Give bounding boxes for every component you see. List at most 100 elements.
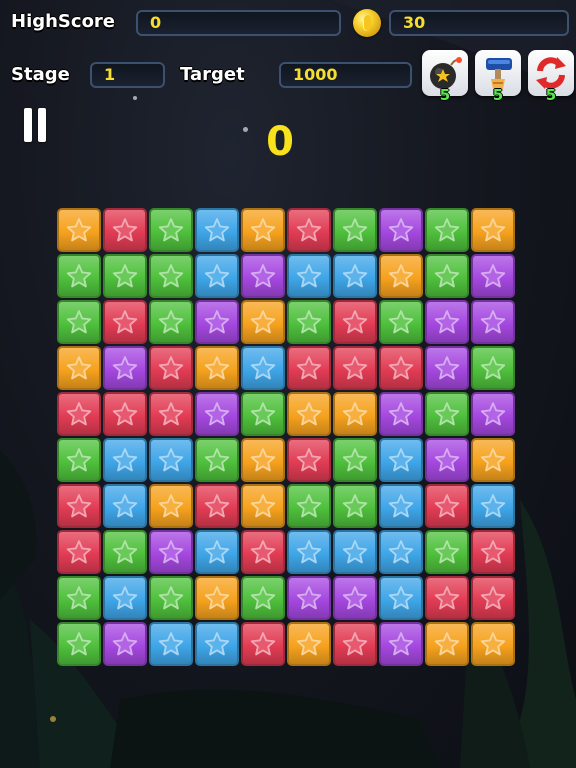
- star-tile-orange[interactable]: [195, 576, 239, 620]
- star-tile-green[interactable]: [57, 622, 101, 666]
- star-tile-blue[interactable]: [103, 576, 147, 620]
- star-tile-green[interactable]: [471, 346, 515, 390]
- star-tile-green[interactable]: [425, 254, 469, 298]
- star-tile-orange[interactable]: [241, 208, 285, 252]
- star-tile-red[interactable]: [103, 300, 147, 344]
- star-tile-blue[interactable]: [149, 438, 193, 482]
- star-tile-green[interactable]: [195, 438, 239, 482]
- star-tile-green[interactable]: [287, 300, 331, 344]
- star-tile-orange[interactable]: [379, 254, 423, 298]
- star-tile-blue[interactable]: [103, 438, 147, 482]
- star-tile-blue[interactable]: [379, 484, 423, 528]
- star-tile-green[interactable]: [241, 576, 285, 620]
- star-tile-red[interactable]: [287, 208, 331, 252]
- star-tile-purple[interactable]: [425, 300, 469, 344]
- star-tile-red[interactable]: [241, 530, 285, 574]
- star-tile-orange[interactable]: [241, 300, 285, 344]
- star-tile-blue[interactable]: [379, 438, 423, 482]
- star-tile-blue[interactable]: [195, 208, 239, 252]
- star-tile-green[interactable]: [425, 392, 469, 436]
- star-tile-orange[interactable]: [241, 484, 285, 528]
- star-tile-green[interactable]: [149, 208, 193, 252]
- star-tile-blue[interactable]: [333, 530, 377, 574]
- star-tile-red[interactable]: [333, 346, 377, 390]
- star-tile-green[interactable]: [425, 530, 469, 574]
- star-tile-red[interactable]: [57, 392, 101, 436]
- star-tile-purple[interactable]: [195, 392, 239, 436]
- star-tile-blue[interactable]: [379, 576, 423, 620]
- star-tile-orange[interactable]: [287, 622, 331, 666]
- star-tile-green[interactable]: [57, 576, 101, 620]
- star-tile-green[interactable]: [333, 208, 377, 252]
- star-tile-red[interactable]: [287, 438, 331, 482]
- star-tile-green[interactable]: [333, 484, 377, 528]
- star-tile-blue[interactable]: [379, 530, 423, 574]
- star-tile-red[interactable]: [333, 300, 377, 344]
- star-tile-blue[interactable]: [287, 254, 331, 298]
- star-tile-red[interactable]: [287, 346, 331, 390]
- star-tile-green[interactable]: [103, 530, 147, 574]
- star-tile-blue[interactable]: [241, 346, 285, 390]
- star-tile-purple[interactable]: [103, 622, 147, 666]
- star-tile-blue[interactable]: [287, 530, 331, 574]
- star-tile-orange[interactable]: [471, 622, 515, 666]
- star-tile-purple[interactable]: [379, 392, 423, 436]
- star-tile-red[interactable]: [57, 530, 101, 574]
- star-tile-green[interactable]: [103, 254, 147, 298]
- star-tile-green[interactable]: [57, 300, 101, 344]
- star-tile-red[interactable]: [425, 576, 469, 620]
- star-tile-blue[interactable]: [471, 484, 515, 528]
- star-tile-green[interactable]: [379, 300, 423, 344]
- star-tile-green[interactable]: [287, 484, 331, 528]
- star-tile-purple[interactable]: [425, 346, 469, 390]
- star-tile-blue[interactable]: [333, 254, 377, 298]
- star-tile-red[interactable]: [471, 530, 515, 574]
- star-tile-purple[interactable]: [425, 438, 469, 482]
- star-tile-red[interactable]: [333, 622, 377, 666]
- star-tile-orange[interactable]: [471, 208, 515, 252]
- star-tile-orange[interactable]: [195, 346, 239, 390]
- star-tile-orange[interactable]: [471, 438, 515, 482]
- star-tile-green[interactable]: [149, 254, 193, 298]
- star-tile-purple[interactable]: [379, 208, 423, 252]
- star-tile-green[interactable]: [241, 392, 285, 436]
- star-tile-green[interactable]: [333, 438, 377, 482]
- star-tile-orange[interactable]: [333, 392, 377, 436]
- star-tile-red[interactable]: [103, 208, 147, 252]
- star-tile-purple[interactable]: [379, 622, 423, 666]
- star-tile-purple[interactable]: [287, 576, 331, 620]
- star-tile-red[interactable]: [103, 392, 147, 436]
- star-tile-blue[interactable]: [195, 530, 239, 574]
- star-tile-red[interactable]: [57, 484, 101, 528]
- star-tile-green[interactable]: [149, 576, 193, 620]
- star-tile-purple[interactable]: [471, 300, 515, 344]
- star-tile-purple[interactable]: [471, 392, 515, 436]
- star-tile-purple[interactable]: [471, 254, 515, 298]
- pause-button[interactable]: [22, 108, 50, 144]
- star-tile-purple[interactable]: [333, 576, 377, 620]
- star-tile-orange[interactable]: [287, 392, 331, 436]
- star-tile-orange[interactable]: [57, 208, 101, 252]
- star-tile-orange[interactable]: [425, 622, 469, 666]
- star-tile-red[interactable]: [379, 346, 423, 390]
- star-tile-orange[interactable]: [241, 438, 285, 482]
- star-tile-red[interactable]: [471, 576, 515, 620]
- star-tile-purple[interactable]: [195, 300, 239, 344]
- star-tile-blue[interactable]: [149, 622, 193, 666]
- star-tile-purple[interactable]: [149, 530, 193, 574]
- star-tile-red[interactable]: [149, 392, 193, 436]
- star-tile-red[interactable]: [425, 484, 469, 528]
- star-tile-green[interactable]: [425, 208, 469, 252]
- star-tile-orange[interactable]: [57, 346, 101, 390]
- star-tile-blue[interactable]: [195, 254, 239, 298]
- star-tile-red[interactable]: [195, 484, 239, 528]
- star-tile-green[interactable]: [149, 300, 193, 344]
- star-tile-red[interactable]: [241, 622, 285, 666]
- star-tile-purple[interactable]: [103, 346, 147, 390]
- star-tile-blue[interactable]: [195, 622, 239, 666]
- star-tile-orange[interactable]: [149, 484, 193, 528]
- star-tile-green[interactable]: [57, 438, 101, 482]
- star-tile-purple[interactable]: [241, 254, 285, 298]
- star-tile-green[interactable]: [57, 254, 101, 298]
- star-tile-blue[interactable]: [103, 484, 147, 528]
